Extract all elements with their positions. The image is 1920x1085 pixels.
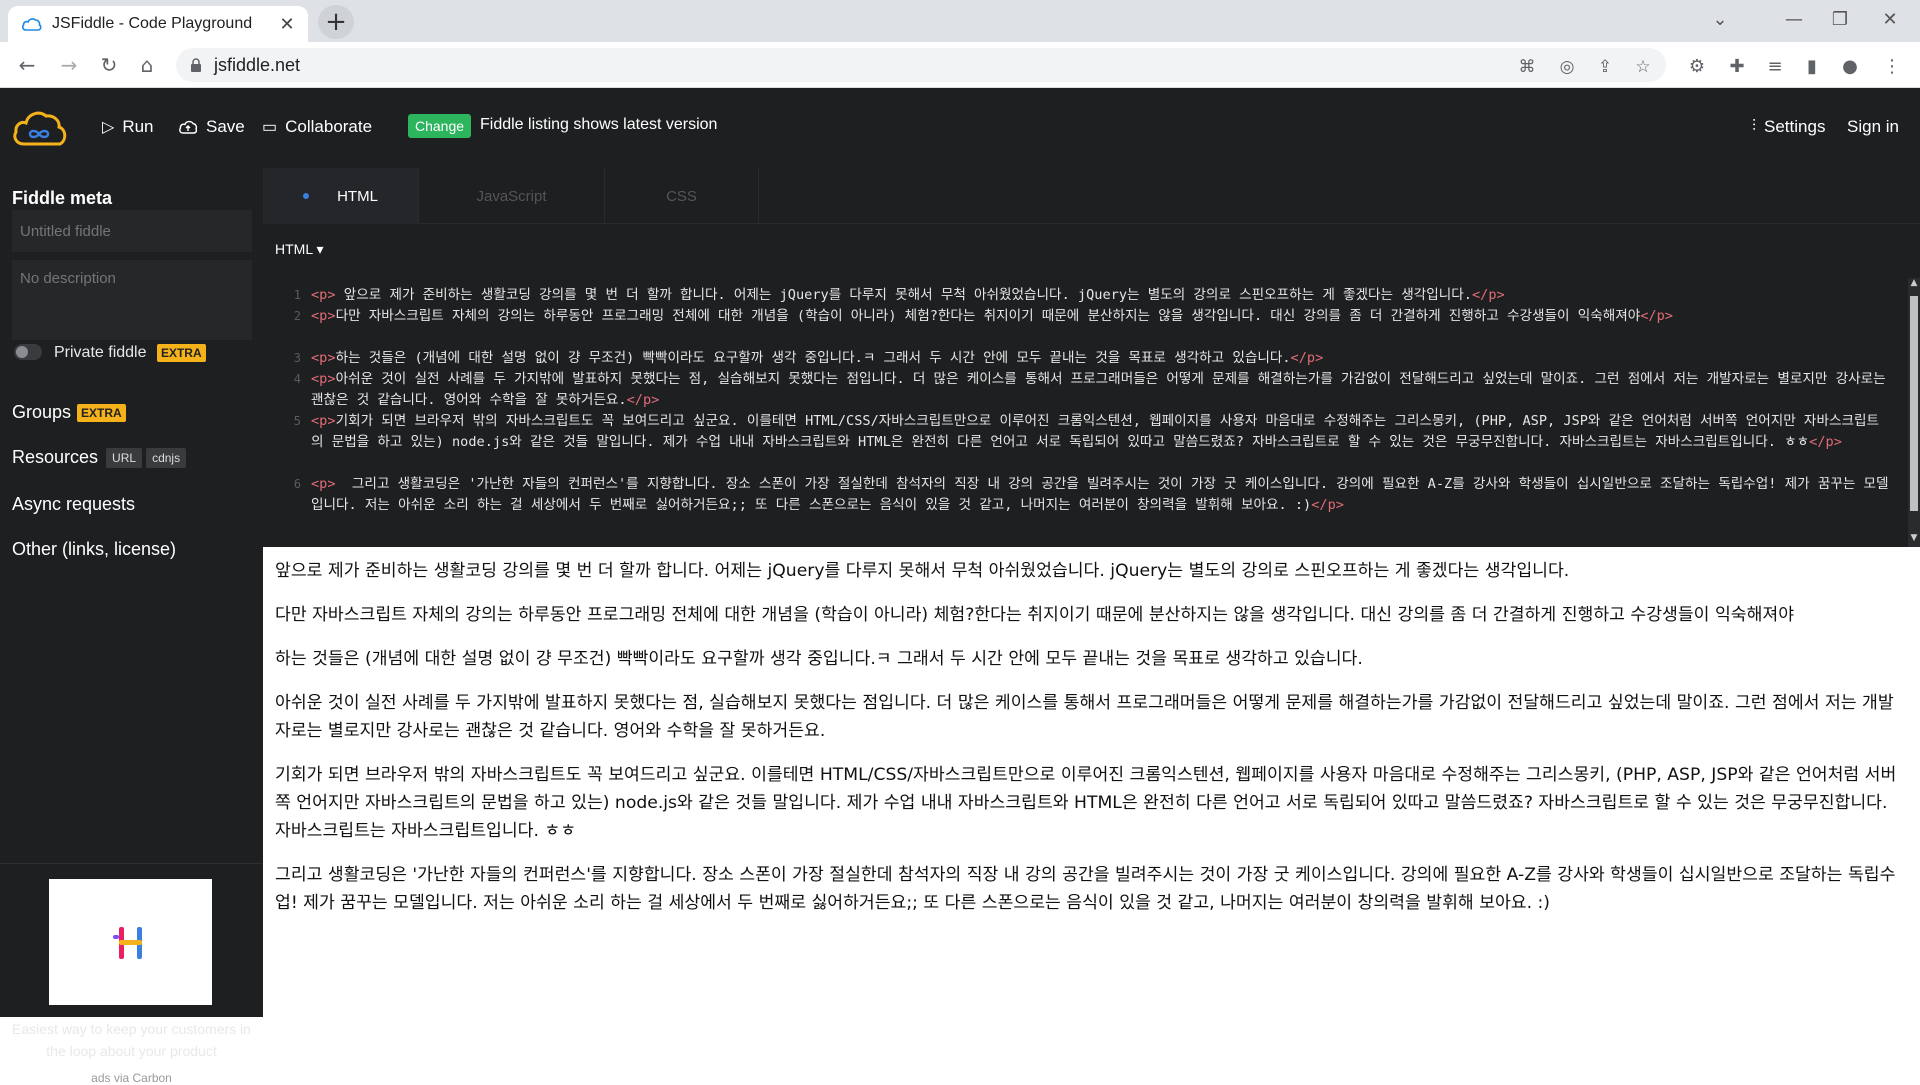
language-select[interactable]: HTML ▾: [275, 241, 324, 258]
tab-title: JSFiddle - Code Playground: [52, 15, 253, 32]
result-paragraph: 다만 자바스크립트 자체의 강의는 하루동안 프로그래밍 전체에 대한 개념을 …: [275, 605, 1795, 625]
result-paragraph: 기회가 되면 브라우저 밖의 자바스크립트도 꼭 보여드리고 싶군요. 이를테면…: [275, 765, 1897, 841]
fiddle-title-input[interactable]: [12, 210, 252, 252]
run-label: Run: [122, 117, 154, 136]
save-label: Save: [206, 117, 245, 136]
minimize-icon[interactable]: —: [1770, 0, 1818, 38]
sidebar-item-async-requests[interactable]: Async requests: [12, 494, 135, 515]
jsfiddle-favicon-icon: [22, 18, 42, 31]
extra-badge: EXTRA: [156, 344, 206, 362]
translate-icon[interactable]: ⌘: [1516, 56, 1538, 78]
code-editor[interactable]: 1 <p> 앞으로 제가 준비하는 생활코딩 강의를 몇 번 더 할까 합니다.…: [263, 278, 1908, 547]
app-topbar: ▷ Run Save ▭ Collaborate Change Fiddle l…: [0, 88, 1920, 168]
signin-link[interactable]: Sign in: [1847, 115, 1899, 139]
url-text: jsfiddle.net: [214, 54, 301, 75]
result-panel: 앞으로 제가 준비하는 생활코딩 강의를 몇 번 더 할까 합니다. 어제는 j…: [263, 547, 1920, 1017]
change-badge[interactable]: Change: [408, 114, 472, 138]
result-paragraph: 아쉬운 것이 실전 사례를 두 가지밖에 발표하지 못했다는 점, 실습해보지 …: [275, 693, 1894, 741]
other-label: Other (links, license): [12, 539, 177, 559]
async-label: Async requests: [12, 494, 136, 514]
html-editor-panel: HTML JavaScript CSS HTML ▾ 1 <p> 앞으로 제가 …: [263, 168, 1920, 547]
back-icon[interactable]: ←: [12, 50, 42, 80]
settings-button[interactable]: ⫶ Settings: [1752, 115, 1825, 139]
save-button[interactable]: Save: [178, 115, 245, 139]
browser-toolbar: ← → ↻ ⌂ jsfiddle.net ⌘ ◎ ⇪ ☆ ⚙ ✚ ≡ ▮ ● ⋮: [0, 42, 1920, 88]
profile-avatar-icon[interactable]: ●: [1838, 54, 1862, 78]
ad-via-carbon[interactable]: ads via Carbon: [8, 1071, 255, 1085]
sidebar-divider: [0, 863, 263, 864]
ad-logo-icon: [113, 927, 142, 959]
home-icon[interactable]: ⌂: [132, 50, 162, 80]
active-dot-icon: [303, 193, 310, 199]
scroll-down-icon[interactable]: ▼: [1908, 533, 1920, 547]
run-button[interactable]: ▷ Run: [102, 115, 154, 139]
sidebar-item-groups[interactable]: Groups EXTRA: [12, 402, 126, 423]
tab-html[interactable]: HTML: [263, 168, 419, 224]
signin-label: Sign in: [1847, 117, 1899, 136]
tab-search-icon[interactable]: ⌄: [1696, 0, 1744, 38]
collaborate-button[interactable]: ▭ Collaborate: [262, 115, 372, 139]
tab-css[interactable]: CSS: [605, 168, 759, 224]
menu-kebab-icon[interactable]: ⋮: [1880, 54, 1904, 78]
share-icon[interactable]: ⇪: [1594, 56, 1616, 78]
private-toggle[interactable]: [14, 344, 42, 360]
tab-javascript[interactable]: JavaScript: [419, 168, 605, 224]
reload-icon[interactable]: ↻: [94, 50, 124, 80]
address-bar[interactable]: jsfiddle.net ⌘ ◎ ⇪ ☆: [176, 48, 1666, 82]
browser-tab[interactable]: JSFiddle - Code Playground ✕: [8, 6, 308, 42]
media-queue-icon[interactable]: ≡: [1763, 54, 1787, 78]
resources-pill-cdnjs[interactable]: cdnjs: [146, 447, 187, 468]
collaborate-label: Collaborate: [285, 117, 373, 136]
sidepanel-icon[interactable]: ▮: [1800, 54, 1824, 78]
resources-pill-url[interactable]: URL: [106, 447, 143, 468]
sliders-icon: ⫶: [1752, 118, 1757, 135]
jsfiddle-app: ▷ Run Save ▭ Collaborate Change Fiddle l…: [0, 88, 1920, 1085]
sidebar: Fiddle meta Private fiddle EXTRA Groups …: [0, 168, 263, 1085]
editor-scrollbar[interactable]: ▲ ▼: [1908, 278, 1920, 547]
bookmark-star-icon[interactable]: ☆: [1632, 56, 1654, 78]
private-fiddle-row: Private fiddle EXTRA: [54, 344, 206, 362]
result-paragraph: 그리고 생활코딩은 '가난한 자들의 컨퍼런스'를 지향합니다. 장소 스폰이 …: [275, 865, 1896, 913]
private-fiddle-label: Private fiddle: [54, 344, 147, 362]
extensions-puzzle-icon[interactable]: ✚: [1725, 54, 1749, 78]
fiddle-meta-title: Fiddle meta: [12, 188, 113, 208]
play-icon: ▷: [102, 119, 115, 136]
resources-label: Resources: [12, 447, 99, 467]
extension-gear-icon[interactable]: ⚙: [1685, 54, 1709, 78]
cloud-upload-icon: [179, 120, 198, 134]
sidebar-item-resources[interactable]: Resources URL cdnjs: [12, 447, 187, 468]
result-paragraph: 앞으로 제가 준비하는 생활코딩 강의를 몇 번 더 할까 합니다. 어제는 j…: [275, 561, 1570, 581]
settings-label: Settings: [1764, 117, 1826, 136]
result-paragraph: 하는 것들은 (개념에 대한 설명 없이 걍 무조건) 빡빡이라도 요구할까 생…: [275, 649, 1363, 669]
groups-label: Groups: [12, 402, 72, 422]
editor-tabs: HTML JavaScript CSS: [263, 168, 1920, 224]
extra-badge: EXTRA: [77, 403, 126, 422]
chat-bubble-icon: ▭: [262, 119, 278, 136]
lock-icon: [191, 58, 201, 72]
carbon-ad-image[interactable]: [49, 879, 212, 1005]
close-window-icon[interactable]: ✕: [1866, 0, 1914, 38]
scrollbar-thumb[interactable]: [1910, 296, 1918, 511]
eye-off-icon[interactable]: ◎: [1556, 56, 1578, 78]
browser-tabstrip: JSFiddle - Code Playground ✕ + ⌄ — ❐ ✕: [0, 0, 1920, 42]
jsfiddle-logo-icon[interactable]: [12, 106, 70, 148]
ad-text[interactable]: Easiest way to keep your customers in th…: [8, 1018, 255, 1062]
fiddle-description-input[interactable]: [12, 260, 252, 340]
forward-icon[interactable]: →: [54, 50, 84, 80]
scroll-up-icon[interactable]: ▲: [1908, 278, 1920, 292]
new-tab-icon[interactable]: +: [318, 5, 354, 39]
change-text: Fiddle listing shows latest version: [480, 116, 718, 133]
tab-close-icon[interactable]: ✕: [276, 13, 298, 35]
restore-icon[interactable]: ❐: [1816, 0, 1864, 38]
sidebar-item-other[interactable]: Other (links, license): [12, 539, 176, 560]
